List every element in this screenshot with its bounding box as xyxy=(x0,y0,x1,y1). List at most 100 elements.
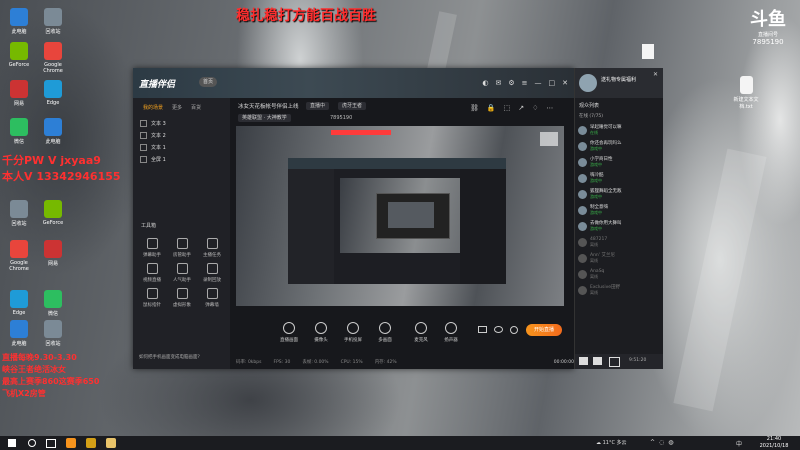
category-pill[interactable]: 虎牙王者 xyxy=(338,102,367,110)
desktop-icon[interactable]: 回收站 xyxy=(36,320,70,347)
record-icon[interactable] xyxy=(478,326,487,333)
tool-tasks[interactable]: 主播任务 xyxy=(197,238,227,258)
viewer-item[interactable]: 狐狸舞蹈全无敌 游戏中 xyxy=(575,187,663,201)
mic-toggle-icon[interactable] xyxy=(579,357,588,365)
viewer-item[interactable]: 制全意嗨 游戏中 xyxy=(575,203,663,217)
viewer-item[interactable]: 487217 离线 xyxy=(575,235,663,249)
viewer-item[interactable]: AnaSq 离线 xyxy=(575,267,663,281)
viewer-item[interactable]: 去做你用大舞叫 游戏中 xyxy=(575,219,663,233)
clock[interactable]: 21:40 2021/10/18 xyxy=(754,436,794,450)
eye-icon[interactable] xyxy=(494,326,503,333)
skin-icon[interactable]: ◐ xyxy=(482,79,488,87)
viewer-item[interactable]: 嗨冷酷 游戏中 xyxy=(575,171,663,185)
home-badge[interactable]: 首页 xyxy=(199,77,218,87)
bell-icon[interactable]: ♢ xyxy=(532,104,538,112)
link-icon[interactable]: ⛓ xyxy=(470,104,479,112)
lock-icon[interactable]: 🔒 xyxy=(487,104,496,112)
maximize-icon[interactable]: □ xyxy=(549,79,556,87)
volume-icon[interactable]: ◍ xyxy=(668,439,677,446)
overlay-line-3: 直播每晚9.30-3.30 xyxy=(2,353,77,362)
search-icon[interactable] xyxy=(28,439,36,447)
network-icon[interactable]: ◌ xyxy=(659,439,668,446)
tool-popularity[interactable]: 人气助手 xyxy=(167,263,197,283)
taskbar-app-game[interactable] xyxy=(86,438,96,448)
viewer-item[interactable]: 早起睡觉可以嘛 在线 xyxy=(575,123,663,137)
tray-icons[interactable]: ^◌◍ xyxy=(650,439,678,446)
source-label: 摄像头 xyxy=(314,338,328,343)
settings-icon[interactable]: ⚙ xyxy=(508,79,514,87)
viewer-item[interactable]: Exclusive田野 离线 xyxy=(575,283,663,297)
source-multi[interactable]: 多画面 xyxy=(372,322,398,343)
tab-my-scenes[interactable]: 我的场景 xyxy=(143,104,163,111)
pointer-icon xyxy=(146,288,158,299)
ime-indicator[interactable]: 中 xyxy=(736,439,742,448)
tab-store[interactable]: 百货 xyxy=(191,104,201,111)
scene-row[interactable]: 文本 1 xyxy=(133,141,230,153)
gift-icon[interactable]: ⬚ xyxy=(504,104,511,112)
start-live-button[interactable]: 开始直播 xyxy=(526,324,562,336)
desktop-icon[interactable]: 微信 xyxy=(36,290,70,317)
desktop-icon[interactable]: Edge xyxy=(36,80,70,106)
taskbar-app-live[interactable] xyxy=(66,438,76,448)
preview-douyu-logo xyxy=(540,132,558,146)
desktop-icon[interactable]: Google Chrome xyxy=(2,240,36,272)
taskbar-app-explorer[interactable] xyxy=(106,438,116,448)
microphone-control[interactable]: 麦克风 xyxy=(408,322,434,343)
tool-barrage[interactable]: 弹幕助手 xyxy=(137,238,167,258)
more-icon[interactable]: ⋯ xyxy=(546,104,553,112)
desktop-icon[interactable]: 此电脑 xyxy=(2,8,36,35)
desktop-icon[interactable]: Google Chrome xyxy=(36,42,70,74)
desktop-icon-textfile[interactable]: 新建文本文档.txt xyxy=(729,76,763,110)
viewer-item[interactable]: 小学商日性 游戏中 xyxy=(575,155,663,169)
expand-icon[interactable] xyxy=(609,357,620,367)
camera-toggle-icon[interactable] xyxy=(593,357,602,365)
desktop-icon[interactable]: 网易 xyxy=(2,80,36,107)
desktop-icon[interactable]: 回收站 xyxy=(2,200,36,227)
viewer-tab[interactable]: 观众列表 xyxy=(575,98,663,111)
source-camera[interactable]: 摄像头 xyxy=(308,322,334,343)
source-screen[interactable]: 直播画面 xyxy=(276,322,302,343)
tool-replay[interactable]: 录制回放 xyxy=(197,263,227,283)
tool-pointer[interactable]: 鼠标指针 xyxy=(137,288,167,308)
tab-more[interactable]: 更多 xyxy=(172,104,182,111)
desktop-icon[interactable]: 此电脑 xyxy=(2,320,36,347)
share-icon[interactable]: ↗ xyxy=(518,104,524,112)
gear-icon[interactable] xyxy=(510,326,518,334)
desktop-icon[interactable]: Edge xyxy=(2,290,36,316)
desktop-file-icon[interactable] xyxy=(642,44,654,59)
desktop-icon[interactable]: 回收站 xyxy=(36,8,70,35)
scene-row[interactable]: 文本 3 xyxy=(133,117,230,129)
visibility-icon[interactable] xyxy=(140,143,147,151)
desktop-icon[interactable]: GeForce xyxy=(2,42,36,68)
start-icon[interactable] xyxy=(8,439,16,447)
app-icon xyxy=(10,200,28,218)
tool-avatar[interactable]: 虚拟形象 xyxy=(167,288,197,308)
visibility-icon[interactable] xyxy=(140,119,147,127)
scene-row[interactable]: 文本 2 xyxy=(133,129,230,141)
help-hint[interactable]: 如何把手机画面变成电脑画面? xyxy=(139,354,200,360)
source-phone[interactable]: 手机投屏 xyxy=(340,322,366,343)
menu-icon[interactable]: ≡ xyxy=(522,79,528,87)
desktop-icon[interactable]: 微信 xyxy=(2,118,36,145)
weather[interactable]: ☁ 11°C 多云 xyxy=(596,439,627,446)
viewer-item[interactable]: 你还会再玩吗么 游戏中 xyxy=(575,139,663,153)
chevron-up-icon[interactable]: ^ xyxy=(650,439,659,446)
streamer-avatar[interactable] xyxy=(579,74,597,92)
viewer-item[interactable]: Ann' 艾兰尼 离线 xyxy=(575,251,663,265)
scene-row[interactable]: 全屏 1 xyxy=(133,153,230,165)
app-icon xyxy=(10,240,28,258)
visibility-icon[interactable] xyxy=(140,155,147,163)
desktop-icon[interactable]: 此电脑 xyxy=(36,118,70,145)
visibility-icon[interactable] xyxy=(140,131,147,139)
speaker-control[interactable]: 扬声器 xyxy=(438,322,464,343)
desktop-icon[interactable]: 网易 xyxy=(36,240,70,267)
desktop-icon[interactable]: GeForce xyxy=(36,200,70,226)
tool-barrage-wall[interactable]: 弹幕墙 xyxy=(197,288,227,308)
minimize-icon[interactable]: — xyxy=(535,79,542,87)
tool-video[interactable]: 视频直播 xyxy=(137,263,167,283)
tool-manager[interactable]: 房管助手 xyxy=(167,238,197,258)
notification-icon[interactable]: ✉ xyxy=(495,79,501,87)
task-view-icon[interactable] xyxy=(46,439,56,448)
close-panel-icon[interactable]: ✕ xyxy=(653,71,658,78)
close-icon[interactable]: ✕ xyxy=(562,79,568,87)
